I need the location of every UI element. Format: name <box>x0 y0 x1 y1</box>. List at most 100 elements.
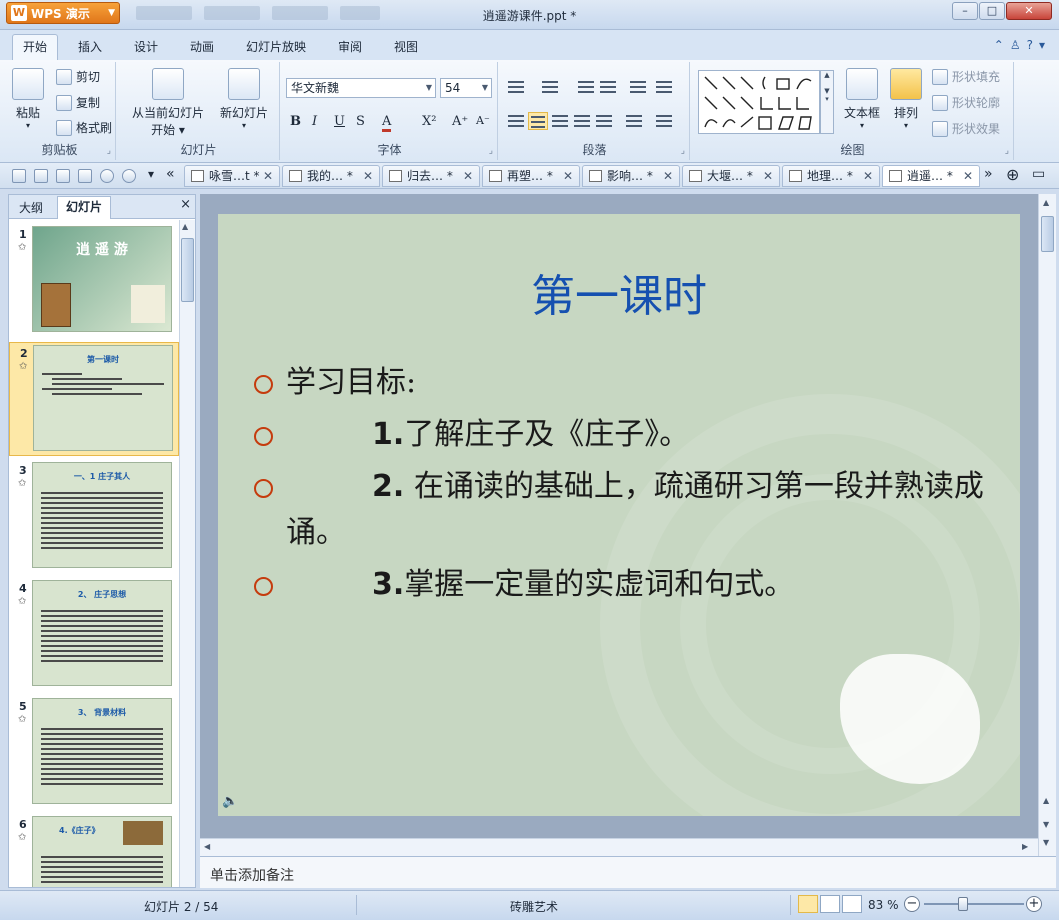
distribute-button[interactable] <box>594 112 614 130</box>
slideshow-view-button[interactable] <box>842 895 862 913</box>
bullets-button[interactable] <box>506 78 526 96</box>
zoom-in-button[interactable]: + <box>1026 896 1042 912</box>
print-icon[interactable] <box>56 169 70 183</box>
line-spacing-button[interactable] <box>624 112 644 130</box>
close-tab-icon[interactable]: ✕ <box>463 166 473 186</box>
close-button[interactable]: ✕ <box>1006 2 1052 20</box>
slide-vertical-scrollbar[interactable]: ▲ ▲ ▼ ▼ <box>1038 194 1056 856</box>
strikethrough-button[interactable]: S <box>356 114 365 129</box>
scroll-down-icon[interactable]: ▼ <box>1043 838 1049 847</box>
undo-icon[interactable] <box>100 169 114 183</box>
speaker-icon[interactable]: 🔈 <box>222 794 238 810</box>
zoom-slider-track[interactable] <box>924 903 1024 905</box>
close-tab-icon[interactable]: ✕ <box>363 166 373 186</box>
maximize-button[interactable]: □ <box>979 2 1005 20</box>
doc-tab[interactable]: 归去… * ✕ <box>382 165 480 187</box>
tab-outline[interactable]: 大纲 <box>11 198 51 217</box>
slide-body[interactable]: 学习目标: 1.了解庄子及《庄子》。 2. 在诵读的基础上，疏通研习第一段并熟读… <box>254 360 994 614</box>
shape-outline-button[interactable]: 形状轮廓 <box>932 94 1000 111</box>
justify-button[interactable] <box>572 112 592 130</box>
dialog-launcher-icon[interactable]: ⌟ <box>489 146 493 156</box>
scroll-up-icon[interactable]: ▲ <box>182 222 188 231</box>
zoom-slider-thumb[interactable] <box>958 897 968 911</box>
close-panel-icon[interactable]: × <box>180 197 191 212</box>
close-tab-icon[interactable]: ✕ <box>863 166 873 186</box>
scroll-down-icon[interactable]: ▼ <box>1043 820 1049 829</box>
bold-button[interactable]: B <box>290 114 301 129</box>
tab-animation[interactable]: 动画 <box>190 38 214 55</box>
doc-tab[interactable]: 地理… * ✕ <box>782 165 880 187</box>
tab-view[interactable]: 视图 <box>394 38 418 55</box>
align-right-button[interactable] <box>550 112 570 130</box>
scrollbar-thumb[interactable] <box>1041 216 1054 252</box>
tab-slideshow[interactable]: 幻灯片放映 <box>246 38 306 55</box>
from-current-slide-button[interactable]: 从当前幻灯片 开始 ▾ <box>126 68 210 138</box>
slide-thumbnail[interactable]: 6 ✩ 4.《庄子》 <box>9 814 179 887</box>
doc-tab[interactable]: 大堰… * ✕ <box>682 165 780 187</box>
shapes-gallery-scroll[interactable]: ▲ ▼ ▾ <box>820 70 834 134</box>
text-direction-button[interactable] <box>628 78 648 96</box>
current-slide[interactable]: 第一课时 学习目标: 1.了解庄子及《庄子》。 2. 在诵读的基础上，疏通研习第… <box>218 214 1020 816</box>
scroll-up-icon[interactable]: ▲ <box>1043 198 1049 207</box>
scroll-up-icon[interactable]: ▲ <box>1043 796 1049 805</box>
font-family-select[interactable]: 华文新魏 ▼ <box>286 78 436 98</box>
scroll-tabs-right-icon[interactable]: » <box>984 166 993 182</box>
doc-tab[interactable]: 再塑… * ✕ <box>482 165 580 187</box>
slide-thumbnail[interactable]: 3 ✩ 一、1 庄子其人 <box>9 460 179 574</box>
chevron-up-icon[interactable]: ⌃ <box>994 38 1010 52</box>
textbox-button[interactable]: 文本框 ▾ <box>840 68 884 130</box>
doc-tab[interactable]: 影响… * ✕ <box>582 165 680 187</box>
slide-thumbnail[interactable]: 1 ✩ 逍 遥 游 <box>9 224 179 338</box>
open-icon[interactable] <box>12 169 26 183</box>
scrollbar-thumb[interactable] <box>181 238 194 302</box>
dialog-launcher-icon[interactable]: ⌟ <box>107 146 111 156</box>
save-icon[interactable] <box>34 169 48 183</box>
zoom-out-button[interactable]: − <box>904 896 920 912</box>
align-text-button[interactable] <box>654 78 674 96</box>
numbering-button[interactable] <box>540 78 560 96</box>
superscript-button[interactable]: X² <box>422 114 436 129</box>
close-tab-icon[interactable]: ✕ <box>763 166 773 186</box>
print-preview-icon[interactable] <box>78 169 92 183</box>
close-tab-icon[interactable]: ✕ <box>663 166 673 186</box>
underline-button[interactable]: U <box>334 114 345 129</box>
customize-qat-icon[interactable]: ▾ <box>148 167 154 181</box>
arrange-button[interactable]: 排列 ▾ <box>888 68 924 130</box>
tab-insert[interactable]: 插入 <box>78 38 102 55</box>
tab-home[interactable]: 开始 <box>12 34 59 61</box>
slide-title[interactable]: 第一课时 <box>218 260 1020 324</box>
shrink-font-button[interactable]: A⁻ <box>476 114 490 127</box>
tab-review[interactable]: 审阅 <box>338 38 362 55</box>
cut-button[interactable]: 剪切 <box>56 68 100 85</box>
grow-font-button[interactable]: A⁺ <box>452 114 468 129</box>
shape-effect-button[interactable]: 形状效果 <box>932 120 1000 137</box>
minimize-button[interactable]: – <box>952 2 978 20</box>
decrease-indent-button[interactable] <box>576 78 596 96</box>
thumbnail-scrollbar[interactable]: ▲ <box>179 220 195 887</box>
format-painter-button[interactable]: 格式刷 <box>56 119 112 136</box>
font-color-button[interactable]: A <box>382 114 392 132</box>
increase-indent-button[interactable] <box>598 78 618 96</box>
scroll-right-icon[interactable]: ▶ <box>1022 842 1028 851</box>
tab-slides[interactable]: 幻灯片 <box>57 196 112 219</box>
slide-horizontal-scrollbar[interactable]: ◀ ▶ <box>200 838 1038 856</box>
align-left-button[interactable] <box>506 112 526 130</box>
close-tab-icon[interactable]: ✕ <box>963 166 973 186</box>
slide-thumbnail[interactable]: 5 ✩ 3、 背景材料 <box>9 696 179 810</box>
dialog-launcher-icon[interactable]: ⌟ <box>1005 146 1009 156</box>
help-icon[interactable]: ? <box>1027 38 1039 52</box>
slide-sorter-view-button[interactable] <box>820 895 840 913</box>
copy-button[interactable]: 复制 <box>56 94 100 111</box>
columns-button[interactable] <box>654 112 674 130</box>
scroll-tabs-left-icon[interactable]: « <box>166 166 175 182</box>
italic-button[interactable]: I <box>312 114 317 129</box>
skin-icon[interactable]: ♙ <box>1010 38 1027 52</box>
slide-thumbnail[interactable]: 4 ✩ 2、 庄子思想 <box>9 578 179 692</box>
redo-icon[interactable] <box>122 169 136 183</box>
doc-tab[interactable]: 咏雪…t * ✕ <box>184 165 280 187</box>
doc-tab-active[interactable]: 逍遥… * ✕ <box>882 165 980 187</box>
slide-thumbnail-selected[interactable]: 2 ✩ 第一课时 <box>9 342 179 456</box>
shape-fill-button[interactable]: 形状填充 <box>932 68 1000 85</box>
normal-view-button[interactable] <box>798 895 818 913</box>
scroll-left-icon[interactable]: ◀ <box>204 842 210 851</box>
